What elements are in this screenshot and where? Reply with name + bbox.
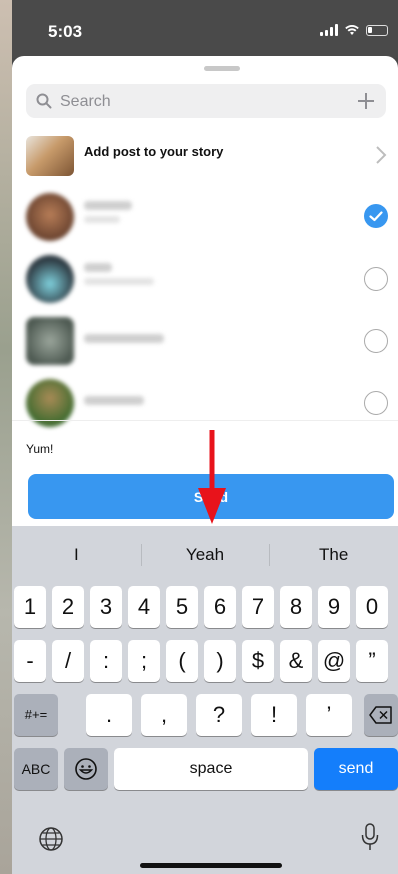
key-exclamation[interactable]: ! [251,694,297,736]
add-group-icon[interactable] [354,89,378,113]
recipient-name-blurred [84,334,164,343]
search-icon [36,93,52,109]
emoji-icon [75,758,97,780]
suggestion[interactable]: The [269,538,398,572]
search-input[interactable] [58,84,342,120]
key-apostrophe[interactable]: ’ [306,694,352,736]
key-5[interactable]: 5 [166,586,198,628]
key-1[interactable]: 1 [14,586,46,628]
message-input[interactable] [26,438,326,460]
key-0[interactable]: 0 [356,586,388,628]
key-hyphen[interactable]: - [14,640,46,682]
key-2[interactable]: 2 [52,586,84,628]
key-period[interactable]: . [86,694,132,736]
keyboard-send-key[interactable]: send [314,748,398,790]
key-semicolon[interactable]: ; [128,640,160,682]
key-slash[interactable]: / [52,640,84,682]
sheet-grabber[interactable] [204,66,240,71]
recipient-checkbox[interactable] [364,329,388,353]
key-close-paren[interactable]: ) [204,640,236,682]
recipient-row[interactable] [12,248,398,310]
recipient-name-blurred [84,201,132,210]
suggestion[interactable]: Yeah [140,538,270,572]
key-8[interactable]: 8 [280,586,312,628]
key-more-symbols[interactable]: #+= [14,694,58,736]
key-6[interactable]: 6 [204,586,236,628]
key-open-paren[interactable]: ( [166,640,198,682]
battery-icon [366,24,388,36]
status-icons [320,24,388,36]
search-bar [26,84,386,120]
key-7[interactable]: 7 [242,586,274,628]
add-to-story-label: Add post to your story [84,144,224,159]
add-to-story-row[interactable]: Add post to your story [12,124,398,186]
key-abc[interactable]: ABC [14,748,58,790]
cellular-signal-icon [320,24,338,36]
wifi-icon [345,24,359,35]
share-sheet: Add post to your story [12,56,398,526]
delete-icon [369,706,392,724]
predictive-bar: I Yeah The [12,538,398,572]
recipient-checkbox[interactable] [364,267,388,291]
keyboard: I Yeah The 1 2 3 4 5 6 7 8 9 0 - / : ; (… [12,526,398,874]
key-9[interactable]: 9 [318,586,350,628]
recipient-username-blurred [84,278,154,285]
key-comma[interactable]: , [141,694,187,736]
recipient-checkbox-selected[interactable] [364,204,388,228]
key-quote[interactable]: ” [356,640,388,682]
key-ampersand[interactable]: & [280,640,312,682]
recipient-row[interactable] [12,310,398,372]
divider [12,420,398,421]
key-3[interactable]: 3 [90,586,122,628]
globe-icon[interactable] [38,826,64,852]
status-time: 5:03 [48,22,83,41]
key-at[interactable]: @ [318,640,350,682]
avatar [26,317,74,365]
key-dollar[interactable]: $ [242,640,274,682]
emoji-key[interactable] [64,748,108,790]
space-key[interactable]: space [114,748,308,790]
recipient-row[interactable] [12,186,398,248]
key-question[interactable]: ? [196,694,242,736]
suggestion[interactable]: I [12,538,141,572]
chevron-right-icon [376,146,387,164]
microphone-icon[interactable] [360,822,380,852]
home-indicator[interactable] [140,863,282,868]
checkmark-icon [369,211,383,222]
phone-screen: 5:03 A [12,0,398,874]
status-bar: 5:03 [12,0,398,58]
recipient-name-blurred [84,396,144,405]
recipient-name-blurred [84,263,112,272]
annotation-arrow-down-icon [198,430,226,524]
key-colon[interactable]: : [90,640,122,682]
avatar [26,255,74,303]
post-thumbnail [26,136,74,176]
recipient-checkbox[interactable] [364,391,388,415]
recipient-row[interactable] [12,372,398,434]
avatar [26,193,74,241]
delete-key[interactable] [364,694,398,736]
key-4[interactable]: 4 [128,586,160,628]
recipient-username-blurred [84,216,120,223]
